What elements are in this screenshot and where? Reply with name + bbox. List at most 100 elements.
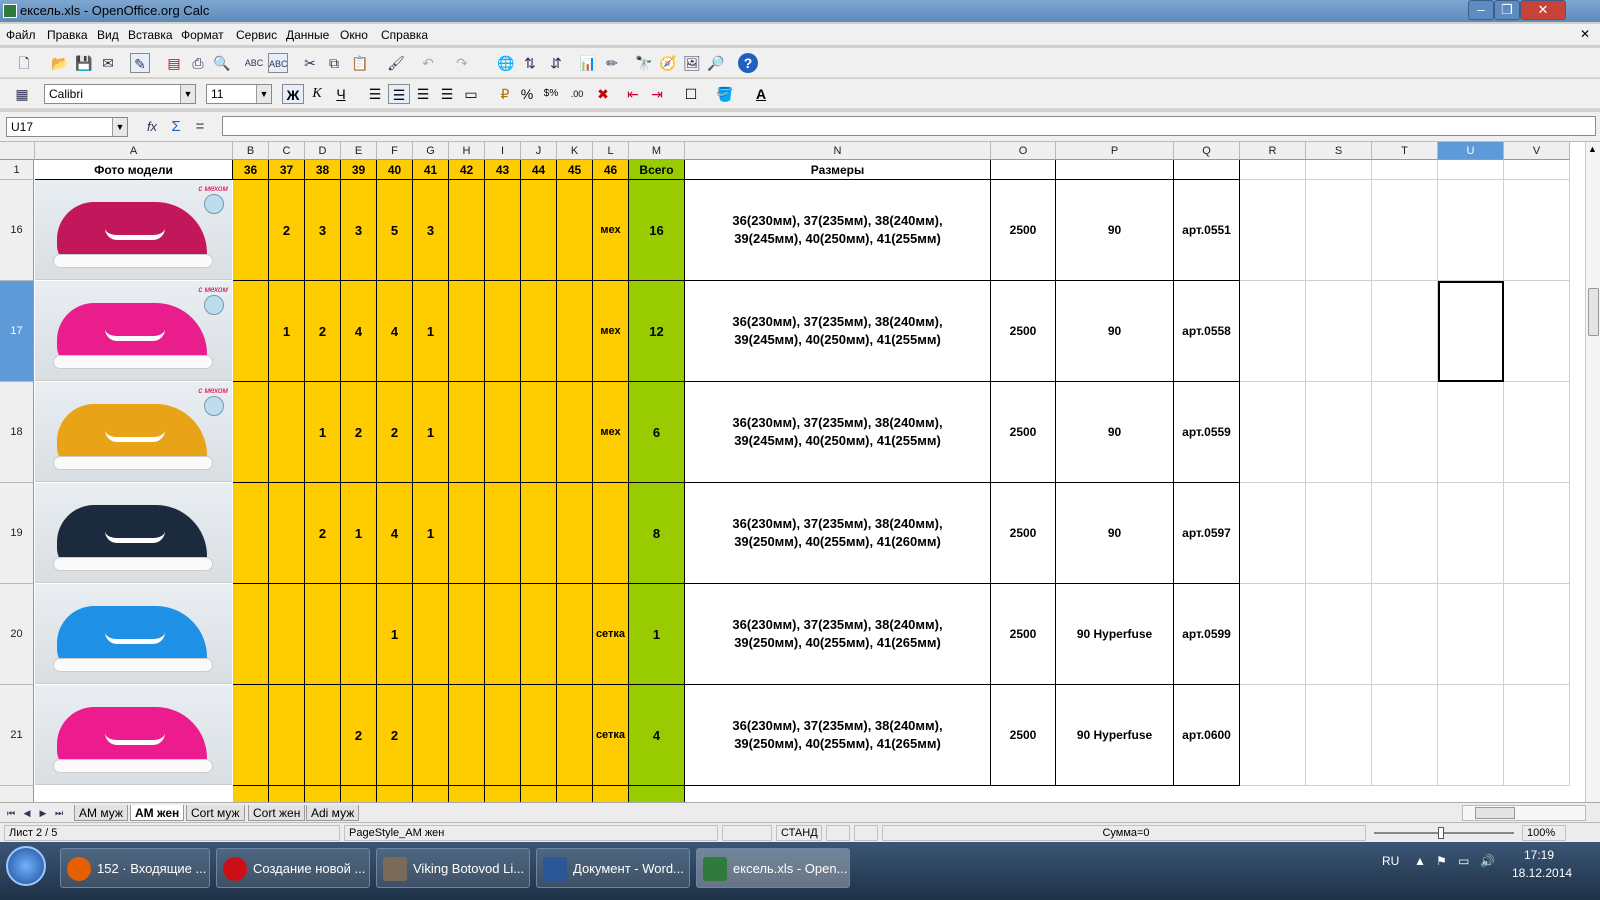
material-type-cell[interactable]: мех	[593, 281, 629, 382]
size-count-cell[interactable]: 1	[269, 281, 305, 382]
menu-view[interactable]: Вид	[97, 28, 119, 42]
column-header-l[interactable]: L	[593, 142, 629, 160]
column-header-d[interactable]: D	[305, 142, 341, 160]
price-cell[interactable]: 2500	[991, 382, 1056, 483]
price-cell[interactable]: 2500	[991, 685, 1056, 786]
empty-cell[interactable]	[1504, 160, 1570, 180]
price-cell[interactable]: 2500	[991, 584, 1056, 685]
size-count-cell[interactable]	[305, 685, 341, 786]
menu-data[interactable]: Данные	[286, 28, 329, 42]
column-header-m[interactable]: M	[629, 142, 685, 160]
empty-cell[interactable]	[1438, 584, 1504, 685]
model-cell[interactable]: 90 Hyperfuse	[1056, 685, 1174, 786]
size-count-cell[interactable]: 2	[341, 382, 377, 483]
minimize-button[interactable]: –	[1468, 0, 1494, 20]
empty-cell[interactable]	[1504, 180, 1570, 281]
column-header-b[interactable]: B	[233, 142, 269, 160]
size-count-cell[interactable]	[485, 786, 521, 802]
size-count-cell[interactable]	[233, 685, 269, 786]
article-cell[interactable]: арт.0558	[1174, 281, 1240, 382]
empty-header-cell[interactable]	[991, 160, 1056, 180]
spreadsheet-grid[interactable]: A B C D E F G H I J K L M N O P Q R S T U V 1 Фото модели 36 37 38…	[0, 142, 1585, 802]
size-count-cell[interactable]	[485, 180, 521, 281]
first-sheet-icon[interactable]: ⏮	[4, 803, 18, 823]
size-count-cell[interactable]: 2	[377, 685, 413, 786]
empty-cell[interactable]	[1306, 685, 1372, 786]
size-count-cell[interactable]	[485, 382, 521, 483]
empty-cell[interactable]	[1372, 584, 1438, 685]
font-name-select[interactable]: Calibri ▼	[44, 84, 196, 104]
menu-edit[interactable]: Правка	[47, 28, 88, 42]
row-header[interactable]: 1	[0, 160, 34, 180]
page-preview-icon[interactable]: 🔍	[212, 53, 232, 73]
next-sheet-icon[interactable]: ▶	[36, 803, 50, 823]
close-button[interactable]: ✕	[1520, 0, 1566, 20]
navigator-icon[interactable]: 🧭	[658, 53, 678, 73]
size-count-cell[interactable]: 2	[341, 685, 377, 786]
price-cell[interactable]: 2500	[991, 180, 1056, 281]
size-count-cell[interactable]: 5	[377, 180, 413, 281]
size-count-cell[interactable]	[233, 281, 269, 382]
article-cell[interactable]: арт.0599	[1174, 584, 1240, 685]
empty-cell[interactable]	[1438, 382, 1504, 483]
total-cell[interactable]	[629, 786, 685, 802]
sizes-cell[interactable]: 36(230мм), 37(235мм), 38(240мм), 39(250мм…	[685, 483, 991, 584]
empty-cell[interactable]	[1372, 160, 1438, 180]
size-count-cell[interactable]	[449, 584, 485, 685]
article-cell[interactable]: арт.0551	[1174, 180, 1240, 281]
styles-icon[interactable]: ▦	[12, 84, 32, 104]
font-color-icon[interactable]: A	[750, 84, 772, 104]
taskbar-firefox[interactable]: 152 · Входящие ...	[60, 848, 210, 888]
size-count-cell[interactable]: 3	[305, 180, 341, 281]
size-count-cell[interactable]	[485, 281, 521, 382]
material-type-cell[interactable]: сетка	[593, 584, 629, 685]
background-color-icon[interactable]: 🪣	[714, 84, 736, 104]
column-header-u[interactable]: U	[1438, 142, 1504, 160]
prev-sheet-icon[interactable]: ◀	[20, 803, 34, 823]
article-cell[interactable]: арт.0600	[1174, 685, 1240, 786]
size-count-cell[interactable]	[593, 786, 629, 802]
corner-select-all[interactable]	[0, 142, 35, 160]
chevron-down-icon[interactable]: ▼	[180, 85, 195, 103]
menu-file[interactable]: Файл	[6, 28, 36, 42]
size-count-cell[interactable]	[305, 786, 341, 802]
print-icon[interactable]: ⎙	[188, 53, 208, 73]
redo-icon[interactable]: ↷	[452, 53, 472, 73]
empty-cell[interactable]	[1438, 180, 1504, 281]
tray-arrow-icon[interactable]: ▲	[1414, 854, 1426, 868]
sizes-cell[interactable]: 36(230мм), 37(235мм), 38(240мм), 39(245мм…	[685, 180, 991, 281]
row-header[interactable]: 16	[0, 180, 34, 281]
delete-decimal-icon[interactable]: ✖	[592, 84, 614, 104]
menu-tools[interactable]: Сервис	[236, 28, 277, 42]
column-header-a[interactable]: A	[35, 142, 233, 160]
justify-icon[interactable]: ☰	[436, 84, 458, 104]
size-count-cell[interactable]	[233, 786, 269, 802]
size-count-cell[interactable]	[557, 281, 593, 382]
size-count-cell[interactable]: 4	[377, 281, 413, 382]
sheet-tab-am-men[interactable]: AM муж	[74, 805, 128, 821]
sizes-cell[interactable]: 36(230мм), 37(235мм), 38(240мм), 39(250мм…	[685, 685, 991, 786]
maximize-button[interactable]: ❐	[1494, 0, 1520, 20]
row-header-partial[interactable]	[0, 786, 34, 802]
sizes-cell[interactable]: 36(230мм), 37(235мм), 38(240мм), 39(250мм…	[685, 584, 991, 685]
column-header-s[interactable]: S	[1306, 142, 1372, 160]
empty-cell[interactable]	[1306, 584, 1372, 685]
format-paintbrush-icon[interactable]: 🖌	[386, 53, 406, 73]
italic-button[interactable]: К	[306, 84, 328, 104]
column-header-p[interactable]: P	[1056, 142, 1174, 160]
empty-cell[interactable]	[1438, 685, 1504, 786]
size-count-cell[interactable]: 2	[305, 483, 341, 584]
price-cell[interactable]: 2500	[991, 281, 1056, 382]
size-count-cell[interactable]	[521, 685, 557, 786]
model-cell[interactable]: 90 Hyperfuse	[1056, 584, 1174, 685]
size-count-cell[interactable]	[341, 786, 377, 802]
sheet-tab-cort-women[interactable]: Cort жен	[248, 805, 306, 821]
size-count-cell[interactable]	[521, 281, 557, 382]
save-icon[interactable]: 💾	[74, 53, 94, 73]
size-count-cell[interactable]: 4	[377, 483, 413, 584]
size-count-cell[interactable]	[557, 786, 593, 802]
empty-cell[interactable]	[1438, 483, 1504, 584]
size-count-cell[interactable]	[557, 180, 593, 281]
size-count-cell[interactable]	[449, 685, 485, 786]
size-count-cell[interactable]	[449, 281, 485, 382]
